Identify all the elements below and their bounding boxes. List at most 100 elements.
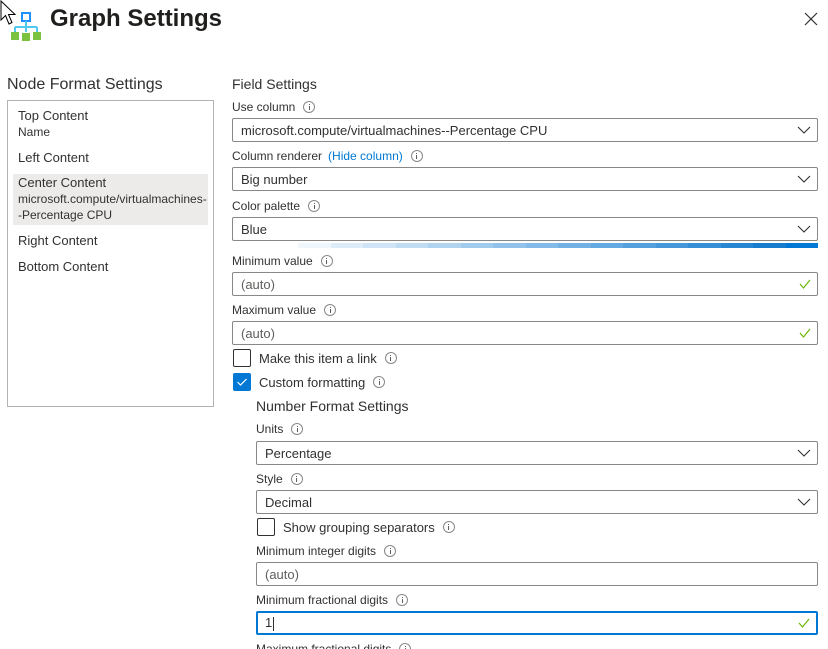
- number-format-title: Number Format Settings: [256, 398, 409, 414]
- chevron-down-icon: [797, 126, 811, 134]
- chevron-down-icon: [797, 225, 811, 233]
- color-palette-dropdown[interactable]: Blue: [232, 217, 818, 241]
- palette-swatch: [363, 243, 396, 248]
- min-fractional-digits-input[interactable]: 1: [256, 611, 818, 635]
- list-item-right-content[interactable]: Right Content: [13, 231, 208, 251]
- min-integer-digits-placeholder: (auto): [265, 566, 299, 582]
- custom-formatting-label: Custom formatting: [259, 374, 366, 390]
- max-fractional-digits-label-text: Maximum fractional digits: [256, 642, 392, 649]
- list-item-top-content[interactable]: Top Content Name: [13, 106, 208, 142]
- maximum-value-label-text: Maximum value: [232, 303, 317, 317]
- node-format-title: Node Format Settings: [7, 76, 163, 93]
- info-icon[interactable]: [442, 521, 455, 533]
- chevron-down-icon: [797, 498, 811, 506]
- palette-swatch: [785, 243, 818, 248]
- dialog-title: Graph Settings: [50, 5, 223, 32]
- use-column-label-text: Use column: [232, 100, 296, 114]
- chevron-down-icon: [797, 175, 811, 183]
- use-column-label: Use column: [232, 100, 316, 114]
- info-icon[interactable]: [324, 304, 337, 316]
- style-dropdown[interactable]: Decimal: [256, 490, 818, 514]
- list-item-sub: Name: [18, 125, 51, 139]
- style-value: Decimal: [265, 494, 312, 510]
- close-icon: [804, 12, 818, 26]
- maximum-value-input[interactable]: (auto): [232, 321, 818, 345]
- info-icon[interactable]: [410, 150, 423, 162]
- palette-swatch: [428, 243, 461, 248]
- palette-swatch: [330, 243, 363, 248]
- make-link-checkbox-row[interactable]: Make this item a link: [233, 349, 397, 367]
- palette-swatch: [493, 243, 526, 248]
- column-renderer-dropdown[interactable]: Big number: [232, 167, 818, 191]
- minimum-value-placeholder: (auto): [241, 276, 275, 292]
- hide-column-link[interactable]: (Hide column): [328, 149, 403, 163]
- info-icon[interactable]: [320, 255, 333, 267]
- color-palette-label: Color palette: [232, 199, 321, 213]
- use-column-value: microsoft.compute/virtualmachines--Perce…: [241, 122, 548, 138]
- info-icon[interactable]: [396, 594, 409, 606]
- units-dropdown[interactable]: Percentage: [256, 441, 818, 465]
- list-item-label: Top Content: [18, 108, 89, 123]
- color-palette-label-text: Color palette: [232, 199, 301, 213]
- maximum-value-placeholder: (auto): [241, 325, 275, 341]
- make-link-checkbox[interactable]: [233, 349, 251, 367]
- minimum-value-label-text: Minimum value: [232, 254, 313, 268]
- list-item-center-content[interactable]: Center Content microsoft.compute/virtual…: [13, 174, 208, 225]
- info-icon[interactable]: [290, 473, 303, 485]
- min-integer-digits-label: Minimum integer digits: [256, 544, 397, 558]
- list-item-label: Center Content: [18, 175, 107, 190]
- min-fractional-digits-label: Minimum fractional digits: [256, 593, 409, 607]
- units-label: Units: [256, 422, 304, 436]
- use-column-dropdown[interactable]: microsoft.compute/virtualmachines--Perce…: [232, 118, 818, 142]
- palette-swatch: [558, 243, 591, 248]
- graph-hierarchy-icon: [11, 12, 41, 41]
- column-renderer-value: Big number: [241, 171, 308, 187]
- info-icon[interactable]: [308, 200, 321, 212]
- chevron-down-icon: [797, 449, 811, 457]
- checkmark-icon: [799, 328, 811, 338]
- palette-swatch: [753, 243, 786, 248]
- minimum-value-input[interactable]: (auto): [232, 272, 818, 296]
- column-renderer-label-text: Column renderer: [232, 149, 323, 163]
- palette-swatch: [688, 243, 721, 248]
- palette-swatch: [460, 243, 493, 248]
- list-item-sub: microsoft.compute/virtualmachines- -Perce…: [18, 192, 207, 222]
- list-item-left-content[interactable]: Left Content: [13, 148, 208, 168]
- palette-swatch: [655, 243, 688, 248]
- maximum-value-label: Maximum value: [232, 303, 337, 317]
- make-link-label: Make this item a link: [259, 350, 377, 366]
- checkmark-icon: [798, 618, 810, 628]
- palette-swatch: [720, 243, 753, 248]
- min-integer-digits-label-text: Minimum integer digits: [256, 544, 377, 558]
- palette-swatch: [298, 243, 331, 248]
- close-button[interactable]: [800, 8, 822, 30]
- info-icon[interactable]: [291, 423, 304, 435]
- list-item-label: Right Content: [18, 233, 98, 248]
- palette-swatch: [525, 243, 558, 248]
- info-icon[interactable]: [384, 352, 397, 364]
- grouping-label: Show grouping separators: [283, 519, 435, 535]
- custom-formatting-checkbox[interactable]: [233, 373, 251, 391]
- style-label: Style: [256, 472, 303, 486]
- checkmark-icon: [237, 378, 247, 386]
- color-palette-preview: [298, 243, 818, 248]
- list-item-bottom-content[interactable]: Bottom Content: [13, 257, 208, 277]
- field-settings-title: Field Settings: [232, 76, 317, 92]
- color-palette-value: Blue: [241, 221, 268, 237]
- grouping-checkbox[interactable]: [257, 518, 275, 536]
- text-caret: [273, 616, 275, 631]
- custom-formatting-checkbox-row[interactable]: Custom formatting: [233, 373, 386, 391]
- list-item-label: Left Content: [18, 150, 89, 165]
- units-label-text: Units: [256, 422, 284, 436]
- min-fractional-digits-label-text: Minimum fractional digits: [256, 593, 389, 607]
- info-icon[interactable]: [373, 376, 386, 388]
- min-integer-digits-input[interactable]: (auto): [256, 562, 818, 586]
- grouping-checkbox-row[interactable]: Show grouping separators: [257, 518, 455, 536]
- info-icon[interactable]: [384, 545, 397, 557]
- min-fractional-digits-text: 1: [265, 615, 273, 631]
- info-icon[interactable]: [399, 643, 412, 649]
- style-label-text: Style: [256, 472, 283, 486]
- info-icon[interactable]: [303, 101, 316, 113]
- node-content-list: Top Content Name Left Content Center Con…: [7, 100, 214, 407]
- list-item-label: Bottom Content: [18, 259, 109, 274]
